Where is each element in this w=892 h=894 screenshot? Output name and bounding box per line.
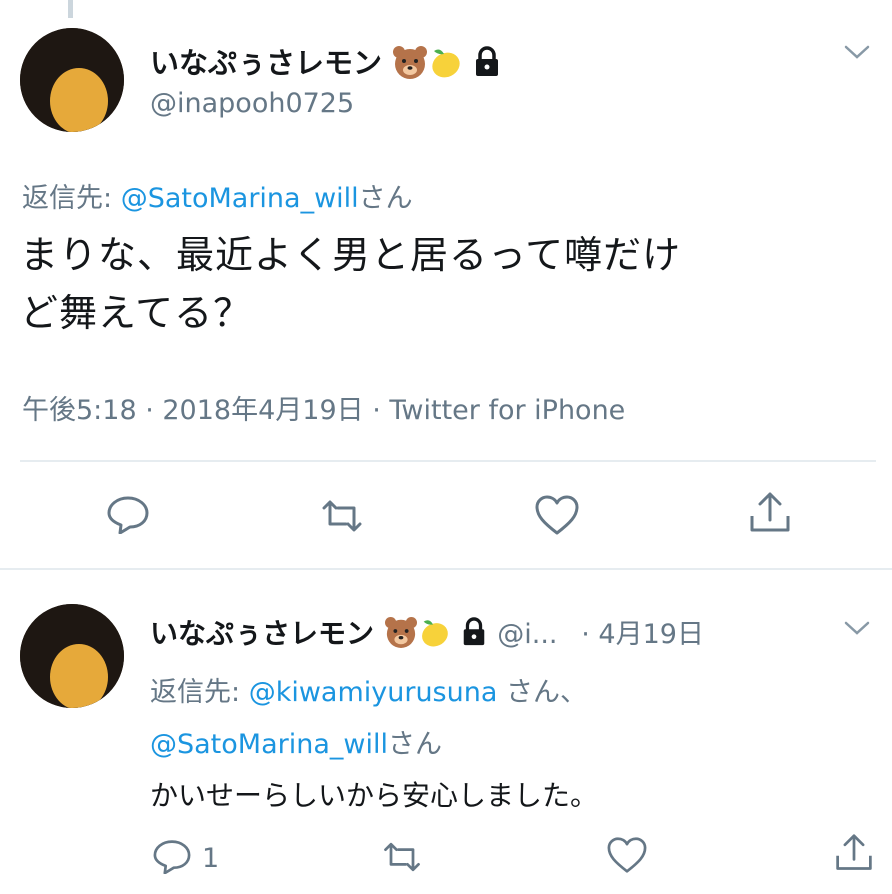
mention-link[interactable]: @kiwamiyurusuna xyxy=(249,677,498,708)
section-divider xyxy=(0,568,892,570)
display-name-text: いなぷぅさレモン xyxy=(150,617,375,650)
reply-date[interactable]: · 4月19日 xyxy=(581,619,704,650)
lemon-icon xyxy=(428,45,462,86)
tweet-text-line: まりな、最近よく男と居るって噂だけ xyxy=(20,233,682,277)
lemon-icon xyxy=(418,616,450,655)
retweet-icon xyxy=(380,840,424,878)
tweet-text: まりな、最近よく男と居るって噂だけ ど舞えてる？ xyxy=(20,226,880,342)
like-icon xyxy=(534,494,580,540)
reply-tweet-text: かいせーらしいから安心しました。 xyxy=(150,779,599,812)
reply-button[interactable] xyxy=(106,494,150,538)
like-button[interactable] xyxy=(606,836,648,878)
display-name-text: いなぷぅさレモン xyxy=(150,46,383,80)
reply-button[interactable]: 1 xyxy=(152,838,219,878)
bear-icon xyxy=(384,616,418,655)
reply-handle[interactable]: @i... xyxy=(497,619,557,650)
tweet-text-line: ど舞えてる？ xyxy=(20,291,253,335)
divider xyxy=(20,460,876,462)
reply-to-line2: @SatoMarina_willさん xyxy=(150,722,442,761)
reply-display-name[interactable]: いなぷぅさレモン @i... · 4月19日 xyxy=(150,612,704,655)
avatar-face xyxy=(50,68,108,132)
handle[interactable]: @inapooh0725 xyxy=(150,88,354,119)
share-button[interactable] xyxy=(834,832,874,878)
share-icon xyxy=(748,490,792,540)
reply-to-separator: さん、 xyxy=(497,677,587,708)
reply-icon xyxy=(152,838,192,878)
reply-to-suffix: さん xyxy=(358,183,413,214)
display-name[interactable]: いなぷぅさレモン xyxy=(150,40,502,86)
tweet-meta[interactable]: 午後5:18 · 2018年4月19日 · Twitter for iPhone xyxy=(22,388,625,427)
retweet-button[interactable] xyxy=(380,840,424,878)
chevron-down-icon[interactable] xyxy=(844,620,870,640)
lock-icon xyxy=(472,45,502,85)
like-button[interactable] xyxy=(534,494,580,540)
reply-to-suffix: さん xyxy=(387,729,442,760)
retweet-icon xyxy=(318,498,366,538)
reply-count: 1 xyxy=(202,842,220,874)
mention-link[interactable]: @SatoMarina_will xyxy=(150,729,388,760)
mention-link[interactable]: @SatoMarina_will xyxy=(121,183,359,214)
avatar[interactable] xyxy=(20,28,124,132)
reply-to: 返信先: @kiwamiyurusuna さん、 xyxy=(150,670,587,709)
lock-icon xyxy=(460,616,488,654)
bear-icon xyxy=(392,45,428,86)
reply-to-label: 返信先: xyxy=(150,677,249,708)
like-icon xyxy=(606,836,648,878)
reply-avatar[interactable] xyxy=(20,604,124,708)
reply-to: 返信先: @SatoMarina_willさん xyxy=(22,176,413,215)
reply-icon xyxy=(106,494,150,538)
share-icon xyxy=(834,832,874,878)
chevron-down-icon[interactable] xyxy=(844,44,870,64)
share-button[interactable] xyxy=(748,490,792,540)
thread-line xyxy=(68,0,73,18)
retweet-button[interactable] xyxy=(318,498,366,538)
avatar-face xyxy=(50,644,108,708)
reply-to-label: 返信先: xyxy=(22,183,121,214)
